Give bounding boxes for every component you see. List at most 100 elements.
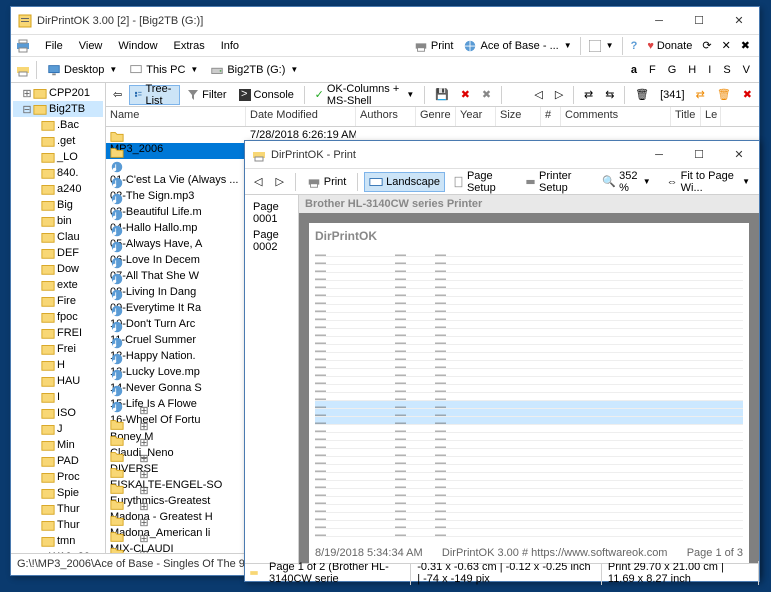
tree-item[interactable]: ISO: [13, 405, 103, 421]
tree-item[interactable]: Big: [13, 197, 103, 213]
tree-item[interactable]: ⊞CPP201: [13, 85, 103, 101]
nav-button[interactable]: ⇦: [108, 85, 127, 105]
column-header[interactable]: Date Modified: [246, 107, 356, 126]
tree-item[interactable]: fpoc: [13, 309, 103, 325]
arrow-right-icon: ▷: [555, 88, 563, 101]
font-g-button[interactable]: G: [663, 60, 682, 80]
tree-item[interactable]: Proc: [13, 469, 103, 485]
menu-view[interactable]: View: [71, 38, 111, 54]
print-maximize-button[interactable]: ☐: [679, 142, 719, 168]
tree-item[interactable]: 840.: [13, 165, 103, 181]
tree-item[interactable]: Clau: [13, 229, 103, 245]
font-h-button[interactable]: H: [683, 60, 701, 80]
x2-button[interactable]: ✖: [477, 85, 496, 105]
zoom-combo[interactable]: 🔍352 %▼: [597, 172, 655, 192]
tree-item[interactable]: H: [13, 357, 103, 373]
donate-button[interactable]: ♥ Donate: [642, 36, 697, 56]
prev-page-button[interactable]: ◁: [249, 172, 267, 192]
tree-item[interactable]: .Bac: [13, 117, 103, 133]
tree-item[interactable]: I: [13, 389, 103, 405]
printer-setup-button[interactable]: Printer Setup: [520, 172, 594, 192]
col-left-button[interactable]: ◁: [529, 85, 547, 105]
folder-tree[interactable]: ⊞CPP201⊟Big2TB.Bac.get_LO840.a240BigbinC…: [11, 83, 106, 553]
tree-item[interactable]: Thur: [13, 501, 103, 517]
column-header[interactable]: Authors: [356, 107, 416, 126]
settings-button[interactable]: ✕: [717, 36, 736, 56]
color-swatch-button[interactable]: ▼: [584, 36, 619, 56]
delete-col-button[interactable]: 🗑: [630, 85, 654, 105]
tree-item[interactable]: Thur: [13, 517, 103, 533]
font-s-button[interactable]: S: [718, 60, 735, 80]
breadcrumb-desktop[interactable]: Desktop▼: [42, 60, 122, 80]
console-button[interactable]: >Console: [234, 85, 299, 105]
page-item[interactable]: Page 0002: [249, 227, 294, 255]
tree-item[interactable]: FREI: [13, 325, 103, 341]
combo-aceofbase[interactable]: Ace of Base - ... ▼: [458, 36, 576, 56]
tree-item[interactable]: J: [13, 421, 103, 437]
next-page-button[interactable]: ▷: [270, 172, 288, 192]
font-f-button[interactable]: F: [644, 60, 661, 80]
tree-item[interactable]: Dow: [13, 261, 103, 277]
delete-red-button[interactable]: ✖: [456, 85, 475, 105]
close-button[interactable]: ✕: [719, 8, 759, 34]
tree-item[interactable]: tmn: [13, 533, 103, 549]
page-list[interactable]: Page 0001Page 0002: [245, 195, 299, 563]
maximize-button[interactable]: ☐: [679, 8, 719, 34]
menu-extras[interactable]: Extras: [166, 38, 213, 54]
print-button[interactable]: Print: [409, 36, 459, 56]
font-v-button[interactable]: V: [738, 60, 755, 80]
breadcrumb-thispc[interactable]: This PC▼: [124, 60, 203, 80]
column-header[interactable]: Size: [496, 107, 541, 126]
print-exec-button[interactable]: Print: [302, 172, 352, 192]
tree-item[interactable]: ⊟Big2TB: [13, 101, 103, 117]
tree-item[interactable]: ⊞W10_20: [13, 549, 103, 553]
tree-item[interactable]: Spie: [13, 485, 103, 501]
column-header[interactable]: Name: [106, 107, 246, 126]
tree-item[interactable]: a240: [13, 181, 103, 197]
column-header[interactable]: Genre: [416, 107, 456, 126]
fit-width-button[interactable]: ⇔Fit to Page Wi...▼: [662, 172, 755, 192]
minimize-button[interactable]: ─: [639, 8, 679, 34]
print-minimize-button[interactable]: ─: [639, 142, 679, 168]
col-right-button[interactable]: ▷: [550, 85, 568, 105]
col-swap-button[interactable]: ⇄: [579, 85, 598, 105]
del-orange-button[interactable]: 🗑: [712, 85, 736, 105]
preview-area[interactable]: DirPrintOK —————————————————————————————…: [299, 213, 759, 563]
menu-file[interactable]: File: [37, 38, 71, 54]
menu-info[interactable]: Info: [213, 38, 247, 54]
font-i-button[interactable]: I: [703, 60, 716, 80]
treelist-button[interactable]: Tree-List: [129, 85, 180, 105]
column-header[interactable]: Title: [671, 107, 701, 126]
column-header[interactable]: Le: [701, 107, 721, 126]
breadcrumb-drive[interactable]: Big2TB (G:)▼: [205, 60, 303, 80]
menu-window[interactable]: Window: [110, 38, 165, 54]
save-cols-button[interactable]: 💾: [430, 85, 454, 105]
col-swap2-button[interactable]: ⇆: [600, 85, 619, 105]
column-header[interactable]: Comments: [561, 107, 671, 126]
tree-item[interactable]: PAD: [13, 453, 103, 469]
swap-orange-button[interactable]: ⇄: [691, 85, 710, 105]
filter-button[interactable]: Filter: [182, 85, 231, 105]
font-a-button[interactable]: a: [626, 60, 642, 80]
page-setup-button[interactable]: Page Setup: [448, 172, 517, 192]
column-headers[interactable]: NameDate ModifiedAuthorsGenreYearSize#Co…: [106, 107, 759, 127]
tree-item[interactable]: Min: [13, 437, 103, 453]
refresh-button[interactable]: ⟳: [697, 36, 716, 56]
page-item[interactable]: Page 0001: [249, 199, 294, 227]
tree-item[interactable]: bin: [13, 213, 103, 229]
tree-item[interactable]: _LO: [13, 149, 103, 165]
tree-item[interactable]: HAU: [13, 373, 103, 389]
close-tab-button[interactable]: ✖: [736, 36, 755, 56]
column-header[interactable]: #: [541, 107, 561, 126]
tree-item[interactable]: Frei: [13, 341, 103, 357]
tree-item[interactable]: .get: [13, 133, 103, 149]
tree-item[interactable]: Fire: [13, 293, 103, 309]
okcolumns-button[interactable]: ✓OK-Columns + MS-Shell▼: [310, 85, 420, 105]
help-button[interactable]: ?: [626, 36, 643, 56]
tree-item[interactable]: exte: [13, 277, 103, 293]
x-red-button[interactable]: ✖: [738, 85, 757, 105]
tree-item[interactable]: DEF: [13, 245, 103, 261]
landscape-button[interactable]: Landscape: [364, 172, 445, 192]
column-header[interactable]: Year: [456, 107, 496, 126]
print-close-button[interactable]: ✕: [719, 142, 759, 168]
